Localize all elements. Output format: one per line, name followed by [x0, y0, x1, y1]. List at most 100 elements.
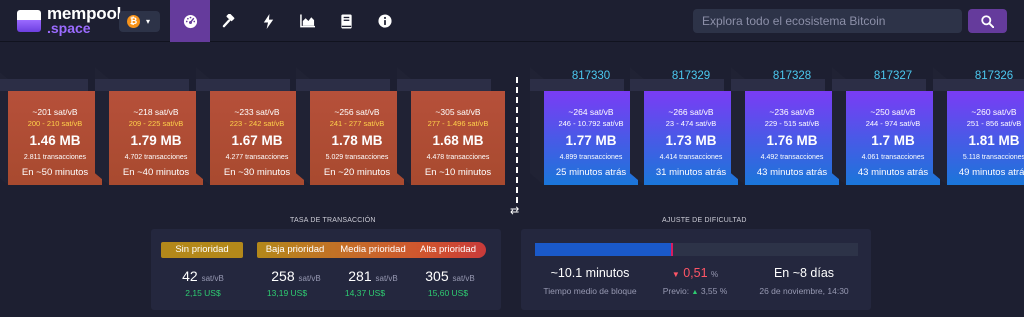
block-content: ~250 sat/vB 244 - 974 sat/vB 1.7 MB 4.061 t… [846, 91, 940, 185]
nav-about[interactable] [365, 0, 405, 42]
swap-direction-icon[interactable]: ⇄ [510, 204, 519, 217]
block-content: ~266 sat/vB 23 - 474 sat/vB 1.73 MB 4.414 t… [644, 91, 738, 185]
nav-graphs[interactable] [287, 0, 327, 42]
logo-subtext[interactable]: .space [47, 21, 91, 35]
block-tx-count: 2.811 transacciones [23, 154, 87, 161]
block-size: 1.78 MB [331, 133, 383, 148]
block-time: En ~50 minutos [21, 167, 89, 178]
mined-block[interactable]: ~264 sat/vB 246 - 10.792 sat/vB 1.77 MB 4.8… [530, 67, 638, 185]
block-fee-range: 209 - 225 sat/vB [128, 119, 184, 128]
fee-usd-medium: 14,37 US$ [344, 288, 386, 298]
difficulty-title: AJUSTE DE DIFICULTAD [662, 217, 747, 224]
block-median-fee: ~266 sat/vB [668, 107, 714, 117]
block-time: 49 minutos atrás [958, 167, 1024, 178]
block-tx-count: 4.061 transacciones [861, 154, 925, 161]
mempool-logo-icon[interactable] [17, 10, 41, 32]
fee-value-none: 42 sat/vB [182, 268, 224, 284]
mined-block[interactable]: ~250 sat/vB 244 - 974 sat/vB 1.7 MB 4.061 t… [832, 67, 940, 185]
previous-change: Previo: ▲ 3,55 % [662, 286, 728, 296]
fee-pill-medium: Media prioridad [340, 244, 406, 255]
block-content: ~236 sat/vB 229 - 515 sat/vB 1.76 MB 4.492 … [745, 91, 839, 185]
block-height-link[interactable]: 817329 [644, 70, 738, 82]
block-tx-count: 4.478 transacciones [426, 154, 490, 161]
mempool-block[interactable]: ~218 sat/vB 209 - 225 sat/vB 1.79 MB 4.702 … [95, 67, 203, 185]
fee-usd-low: 13,19 US$ [266, 288, 308, 298]
fee-value-low: 258 sat/vB [271, 268, 321, 284]
fee-pill-low: Baja prioridad [265, 244, 325, 255]
block-fee-range: 244 - 974 sat/vB [865, 119, 921, 128]
block-fee-range: 23 - 474 sat/vB [665, 119, 717, 128]
mempool-block[interactable]: ~201 sat/vB 200 - 210 sat/vB 1.46 MB 2.811 … [0, 67, 102, 185]
avg-block-time: ~10.1 minutos [550, 266, 630, 280]
gavel-icon [222, 13, 234, 27]
block-fee-range: 246 - 10.792 sat/vB [558, 119, 624, 128]
info-icon [378, 14, 392, 28]
block-size: 1.77 MB [565, 133, 617, 148]
mined-block[interactable]: ~260 sat/vB 251 - 856 sat/vB 1.81 MB 5.118 … [933, 67, 1024, 185]
nav-dashboard[interactable] [170, 0, 210, 42]
mempool-block[interactable]: ~305 sat/vB 277 - 1.496 sat/vB 1.68 MB 4.47… [397, 67, 505, 185]
area-chart-icon [299, 14, 315, 28]
mined-block[interactable]: ~266 sat/vB 23 - 474 sat/vB 1.73 MB 4.414 t… [630, 67, 738, 185]
fee-value-medium: 281 sat/vB [348, 268, 398, 284]
block-top-face [95, 79, 189, 91]
block-median-fee: ~218 sat/vB [133, 107, 179, 117]
block-time: 25 minutos atrás [555, 167, 627, 178]
block-size: 1.73 MB [665, 133, 717, 148]
search-input[interactable] [693, 9, 962, 33]
block-fee-range: 251 - 856 sat/vB [966, 119, 1022, 128]
block-time: En ~20 minutos [323, 167, 391, 178]
mempool-block[interactable]: ~256 sat/vB 241 - 277 sat/vB 1.78 MB 5.029 … [296, 67, 404, 185]
block-time: 43 minutos atrás [857, 167, 929, 178]
difficulty-progress-fill [535, 243, 671, 256]
block-size: 1.79 MB [130, 133, 182, 148]
block-fee-range: 277 - 1.496 sat/vB [427, 119, 489, 128]
block-height-link[interactable]: 817330 [544, 70, 638, 82]
nav-mining[interactable] [209, 0, 249, 42]
block-size: 1.7 MB [871, 133, 915, 148]
mined-block[interactable]: ~236 sat/vB 229 - 515 sat/vB 1.76 MB 4.492 … [731, 67, 839, 185]
block-fee-range: 241 - 277 sat/vB [329, 119, 385, 128]
block-time: 31 minutos atrás [655, 167, 727, 178]
block-tx-count: 5.029 transacciones [325, 154, 389, 161]
block-content: ~260 sat/vB 251 - 856 sat/vB 1.81 MB 5.118 … [947, 91, 1024, 185]
block-tx-count: 5.118 transacciones [962, 154, 1024, 161]
fee-value-high: 305 sat/vB [425, 268, 475, 284]
fee-usd-none: 2,15 US$ [185, 288, 221, 298]
fee-usd-high: 15,60 US$ [427, 288, 469, 298]
bitcoin-icon: ₿ [127, 15, 140, 28]
block-fee-range: 200 - 210 sat/vB [27, 119, 83, 128]
fee-pill-none: Sin prioridad [161, 242, 243, 258]
block-height-link[interactable]: 817328 [745, 70, 839, 82]
block-tx-count: 4.414 transacciones [659, 154, 723, 161]
block-median-fee: ~236 sat/vB [769, 107, 815, 117]
block-height-link[interactable]: 817326 [947, 70, 1024, 82]
block-content: ~256 sat/vB 241 - 277 sat/vB 1.78 MB 5.029 … [310, 91, 404, 185]
tachometer-icon [183, 14, 197, 28]
chevron-down-icon: ▾ [146, 17, 151, 26]
block-height-link[interactable]: 817327 [846, 70, 940, 82]
mempool-block[interactable]: ~233 sat/vB 223 - 242 sat/vB 1.67 MB 4.277 … [196, 67, 304, 185]
block-content: ~233 sat/vB 223 - 242 sat/vB 1.67 MB 4.277 … [210, 91, 304, 185]
block-size: 1.68 MB [432, 133, 484, 148]
book-icon [340, 13, 352, 29]
block-size: 1.46 MB [29, 133, 81, 148]
block-fee-range: 223 - 242 sat/vB [229, 119, 285, 128]
search-button[interactable] [968, 9, 1007, 33]
bolt-icon [263, 13, 273, 29]
fee-pill-high: Alta prioridad [420, 244, 476, 255]
avg-block-time-label: Tiempo medio de bloque [543, 286, 637, 296]
nav-docs[interactable] [326, 0, 366, 42]
block-size: 1.67 MB [231, 133, 283, 148]
block-median-fee: ~260 sat/vB [971, 107, 1017, 117]
block-time: En ~10 minutos [424, 167, 492, 178]
block-median-fee: ~201 sat/vB [32, 107, 78, 117]
block-top-face [296, 79, 390, 91]
block-top-face [397, 79, 491, 91]
block-size: 1.81 MB [968, 133, 1020, 148]
block-tx-count: 4.492 transacciones [760, 154, 824, 161]
nav-lightning[interactable] [248, 0, 288, 42]
network-selector[interactable]: ₿ ▾ [119, 11, 160, 32]
block-median-fee: ~250 sat/vB [870, 107, 916, 117]
difficulty-progress-bar [535, 243, 858, 256]
